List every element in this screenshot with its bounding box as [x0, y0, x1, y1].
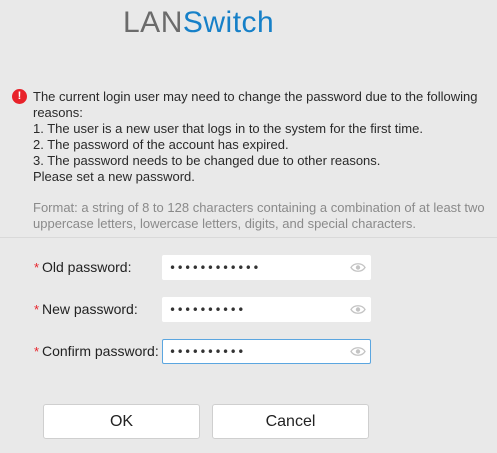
- ok-button[interactable]: OK: [43, 404, 200, 439]
- old-password-input[interactable]: [169, 256, 347, 279]
- eye-icon[interactable]: [350, 262, 366, 273]
- password-format-hint: Format: a string of 8 to 128 characters …: [33, 200, 485, 231]
- eye-icon[interactable]: [350, 346, 366, 357]
- notice-reason-3: 3. The password needs to be changed due …: [33, 153, 381, 168]
- logo-switch-text: Switch: [182, 6, 275, 39]
- required-mark: *: [34, 260, 40, 275]
- notice-intro: The current login user may need to chang…: [33, 89, 478, 120]
- notice-reason-2: 2. The password of the account has expir…: [33, 137, 289, 152]
- password-change-notice: ! The current login user may need to cha…: [12, 89, 492, 185]
- new-password-row: * New password:: [34, 297, 374, 322]
- new-password-field[interactable]: [162, 297, 371, 322]
- old-password-label: Old password:: [42, 259, 132, 275]
- confirm-password-row: * Confirm password:: [34, 339, 374, 364]
- confirm-password-field[interactable]: [162, 339, 371, 364]
- logo-lan-text: LAN: [123, 6, 183, 39]
- old-password-row: * Old password:: [34, 255, 374, 280]
- required-mark: *: [34, 344, 40, 359]
- new-password-input[interactable]: [169, 298, 347, 321]
- notice-closing: Please set a new password.: [33, 169, 195, 184]
- cancel-button[interactable]: Cancel: [212, 404, 369, 439]
- new-password-label: New password:: [42, 301, 138, 317]
- old-password-field[interactable]: [162, 255, 371, 280]
- divider: [0, 237, 497, 238]
- notice-reason-1: 1. The user is a new user that logs in t…: [33, 121, 423, 136]
- required-mark: *: [34, 302, 40, 317]
- change-password-page: LANSwitch ! The current login user may n…: [0, 0, 497, 453]
- confirm-password-label: Confirm password:: [42, 343, 159, 359]
- logo: LANSwitch: [123, 6, 274, 40]
- confirm-password-input[interactable]: [169, 340, 347, 363]
- eye-icon[interactable]: [350, 304, 366, 315]
- exclamation-icon: !: [12, 89, 27, 104]
